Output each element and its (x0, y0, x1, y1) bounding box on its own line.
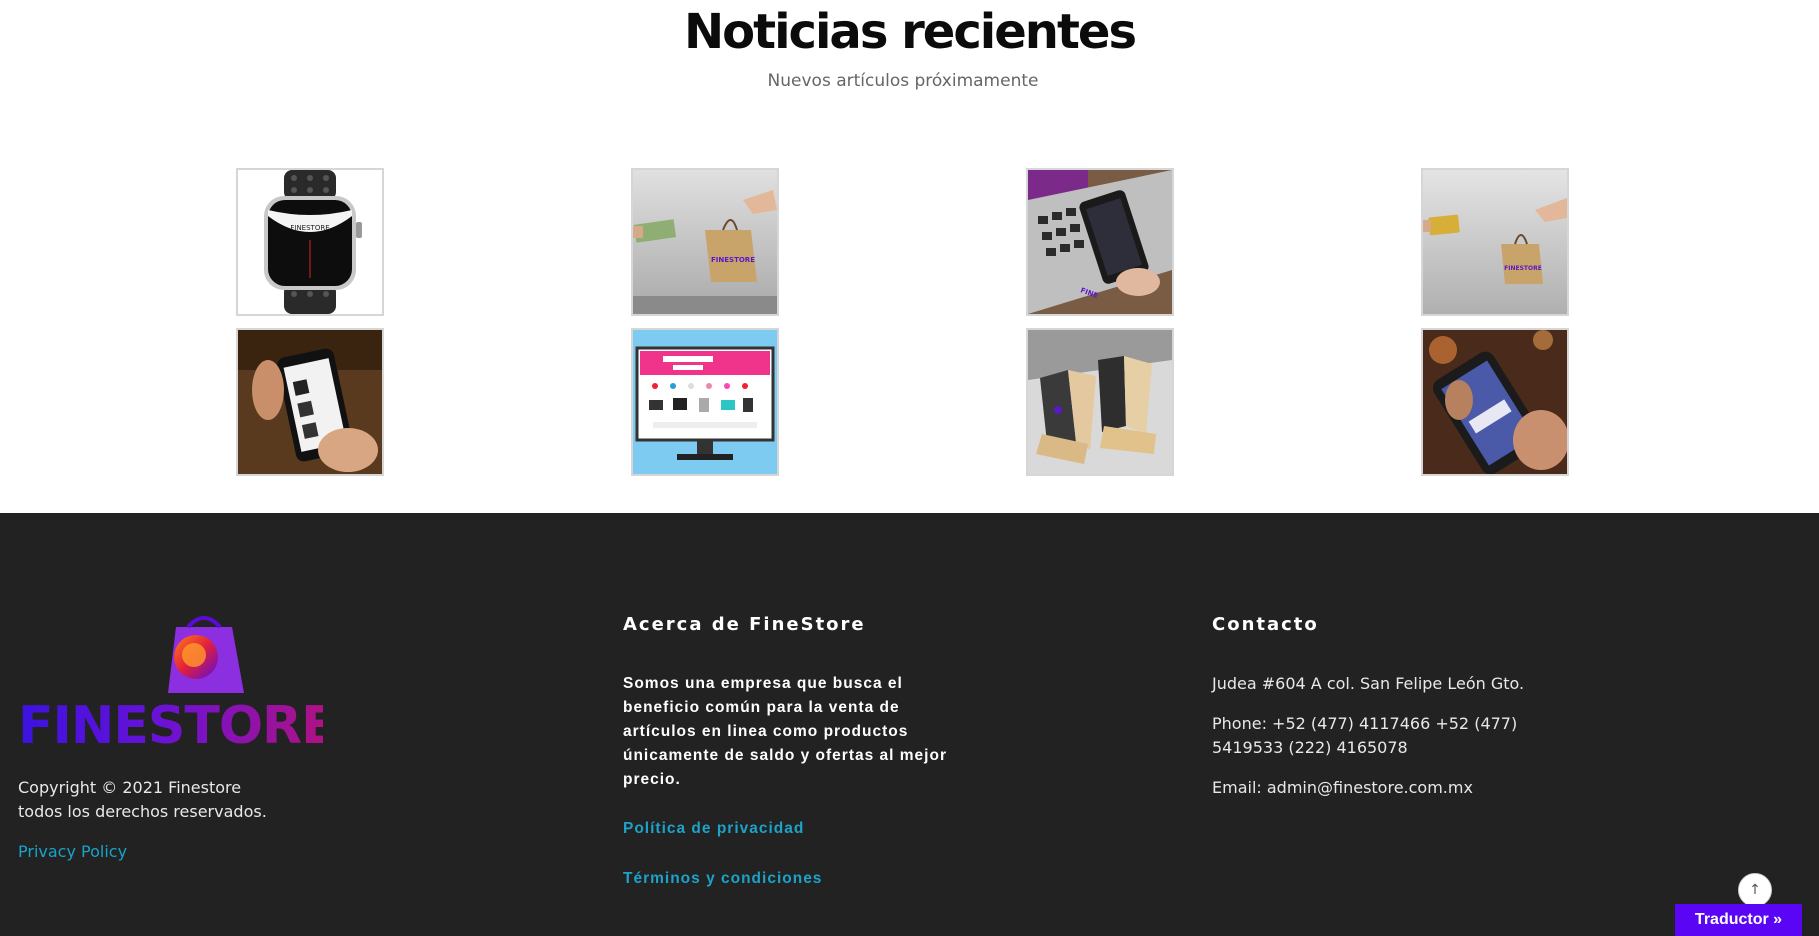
contact-phone: Phone: +52 (477) 4117466 +52 (477) 54195… (1212, 714, 1518, 757)
card-shopping-bag-image: FINESTORE (1423, 170, 1567, 314)
svg-text:FINESTORE: FINESTORE (290, 224, 329, 232)
news-thumb-cash-bag[interactable]: FINESTORE (631, 168, 779, 316)
svg-text:FINESTORE: FINESTORE (18, 696, 323, 747)
scroll-to-top-button[interactable]: ↑ (1738, 873, 1772, 907)
section-title: Noticias recientes (683, 4, 1137, 60)
online-store-monitor-image (633, 330, 777, 474)
finestore-logo-icon: FINESTORE (18, 616, 337, 756)
news-thumb-online-store[interactable] (631, 328, 779, 476)
laptop-phone-image: FINE (1028, 170, 1172, 314)
copyright-line-1: Copyright © 2021 Finestore (18, 778, 242, 797)
cash-shopping-bag-image: FINESTORE (633, 170, 777, 314)
terms-link[interactable]: Términos y condiciones (623, 870, 822, 888)
copyright-line-2: todos los derechos reservados. (18, 802, 267, 821)
shopping-bags-image (1028, 330, 1172, 474)
contact-heading: Contacto (1212, 614, 1319, 635)
news-thumb-laptop-phone[interactable]: FINE (1026, 168, 1174, 316)
contact-address: Judea #604 A col. San Felipe León Gto. (1212, 674, 1525, 693)
news-thumb-shopping-bags[interactable] (1026, 328, 1174, 476)
svg-text:FINESTORE: FINESTORE (1504, 265, 1542, 272)
mobile-app-image (1423, 330, 1567, 474)
news-thumb-mobile-app[interactable] (1421, 328, 1569, 476)
privacy-policy-link[interactable]: Privacy Policy (18, 840, 127, 864)
about-text: Somos una empresa que busca el beneficio… (623, 675, 947, 788)
contact-email: Email: admin@finestore.com.mx (1212, 778, 1473, 797)
news-thumb-phone-shopping[interactable] (236, 328, 384, 476)
about-heading: Acerca de FineStore (623, 614, 866, 635)
section-subtitle: Nuevos artículos próximamente (767, 71, 1039, 91)
svg-text:FINESTORE: FINESTORE (711, 256, 755, 264)
news-thumb-card-bag[interactable]: FINESTORE (1421, 168, 1569, 316)
finestore-logo[interactable]: FINESTORE (18, 615, 337, 756)
translator-button[interactable]: Traductor » (1675, 904, 1802, 936)
news-thumb-smartwatch[interactable]: FINESTORE (236, 168, 384, 316)
phone-shopping-image (238, 330, 382, 474)
arrow-up-icon: ↑ (1749, 882, 1761, 898)
smartwatch-image: FINESTORE (238, 170, 382, 314)
privacy-link-es[interactable]: Política de privacidad (623, 820, 804, 838)
